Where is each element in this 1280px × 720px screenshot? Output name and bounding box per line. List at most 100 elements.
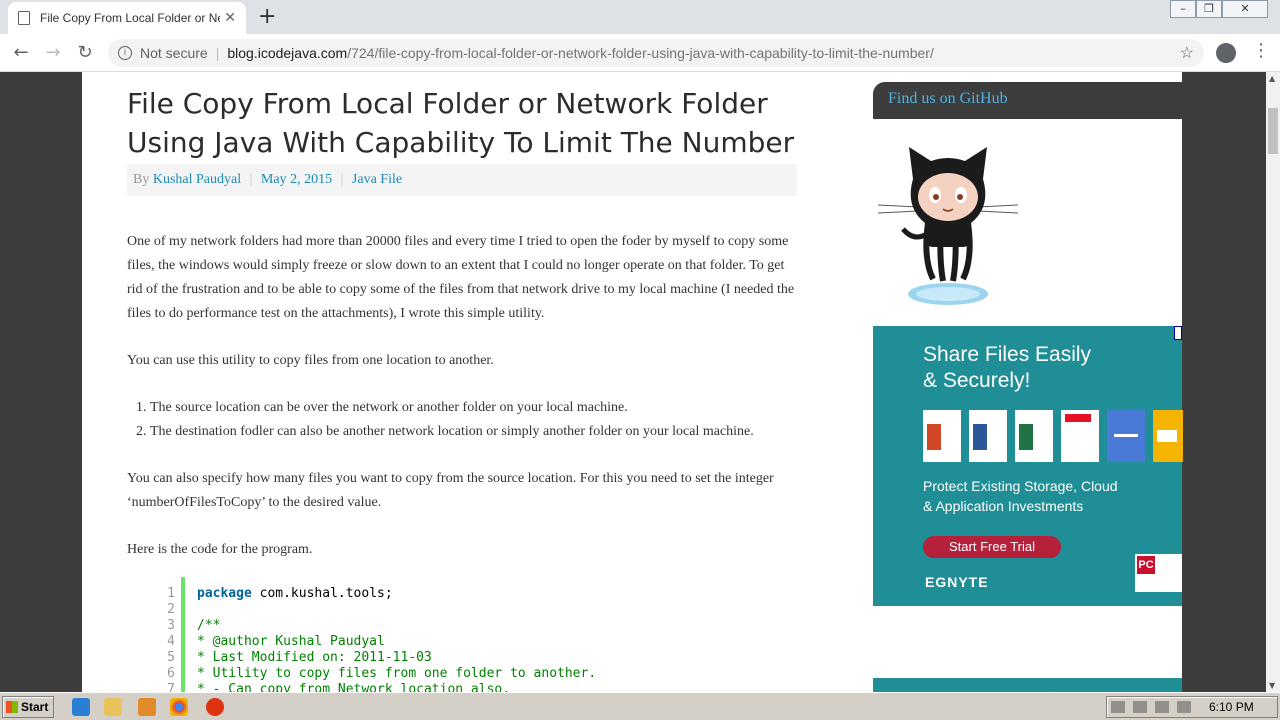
line-number: 3 [167,618,175,633]
paragraph: One of my network folders had more than … [127,234,795,321]
paragraph: Here is the code for the program. [127,542,313,557]
paragraph: You can also specify how many files you … [127,471,774,510]
close-window-button[interactable]: ✕ [1222,0,1268,18]
ad-subtext-line: & Application Investments [923,498,1084,514]
github-heading: Find us on GitHub [873,82,1182,119]
new-tab-button[interactable]: + [258,4,276,29]
ad-file-icons [923,410,1183,462]
line-number: 2 [167,602,175,617]
clock[interactable]: 6:10 PM [1209,700,1254,714]
code-line: * Utility to copy files from one folder … [197,666,597,681]
internet-explorer-icon[interactable] [72,698,90,716]
start-label: Start [21,700,49,714]
article: File Copy From Local Folder or Network F… [127,84,797,692]
menu-icon[interactable]: ⋮ [1252,40,1270,61]
ad-subtext-line: Protect Existing Storage, Cloud [923,478,1118,494]
by-label: By [133,172,150,187]
forward-icon[interactable]: → [40,40,66,66]
page-content: File Copy From Local Folder or Network F… [82,72,1183,692]
divider: | [215,45,220,61]
watermark: ANY RUN [1038,683,1242,692]
info-icon[interactable]: i [118,46,132,60]
back-icon[interactable]: ← [8,40,34,66]
ad-headline-line: & Securely! [923,369,1031,392]
line-number: 7 [167,682,175,692]
code-block: 1 2 3 4 5 6 7 package com.kushal.tools; … [147,577,787,692]
octocat-image[interactable] [873,119,1182,319]
category-link[interactable]: Java File [352,172,402,187]
list-item: The source location can be over the netw… [150,396,797,420]
vertical-scrollbar[interactable]: ▲ ▼ [1266,72,1280,692]
date-link[interactable]: May 2, 2015 [261,172,332,187]
browser-toolbar: ← → ↻ i Not secure | blog.icodejava.com … [0,34,1280,72]
divider: | [340,172,344,187]
line-number: 1 [167,586,175,601]
article-body: One of my network folders had more than … [127,230,797,562]
folder-icon[interactable] [104,698,122,716]
code-line: * Last Modified on: 2011-11-03 [197,650,432,665]
start-button[interactable]: Start [2,696,54,718]
ad-headline-line: Share Files Easily [923,343,1092,366]
article-meta: By Kushal Paudyal | May 2, 2015 | Java F… [127,164,797,196]
scroll-thumb[interactable] [1268,108,1278,154]
browser-tab[interactable]: File Copy From Local Folder or Network ✕ [8,2,246,34]
profile-icon[interactable] [1216,43,1236,63]
pc-mag-badge: PC [1135,554,1182,592]
advertisement[interactable]: Share Files Easily & Securely! Protect E… [873,326,1183,606]
media-player-icon[interactable] [138,698,156,716]
egnyte-logo: EGNYTE [925,574,989,590]
badge-text: PC [1137,556,1155,574]
security-app-icon[interactable] [206,698,224,716]
code-text: com.kushal.tools; [251,586,393,601]
word-file-icon [969,410,1007,462]
reload-icon[interactable]: ↻ [72,40,98,66]
windows-logo-icon [6,701,18,713]
close-tab-icon[interactable]: ✕ [224,10,236,26]
ad-headline: Share Files Easily & Securely! [923,342,1091,394]
code-line: * - Can copy from Network location also. [197,682,511,692]
slides-file-icon [1153,410,1183,462]
system-tray: 6:10 PM [1106,696,1278,718]
keyword: package [197,586,252,601]
flag-icon[interactable] [1177,701,1191,713]
code-line: * @author Kushal Paudyal [197,634,385,649]
line-number: 4 [167,634,175,649]
code-gutter [181,577,185,692]
chrome-icon[interactable] [170,698,188,716]
window-controls: – ❐ ✕ [1170,0,1268,18]
list-item: The destination fodler can also be anoth… [150,420,797,444]
line-number: 5 [167,650,175,665]
start-free-trial-button[interactable]: Start Free Trial [923,536,1061,558]
taskbar: Start 6:10 PM [0,692,1280,720]
author-link[interactable]: Kushal Paudyal [153,172,241,187]
minimize-button[interactable]: – [1170,0,1196,18]
docs-file-icon [1107,410,1145,462]
bookmark-star-icon[interactable]: ☆ [1180,43,1194,63]
tab-strip: File Copy From Local Folder or Network ✕… [0,0,1280,34]
volume-icon[interactable] [1155,701,1169,713]
line-number: 6 [167,666,175,681]
restore-button[interactable]: ❐ [1196,0,1222,18]
security-label[interactable]: Not secure [140,45,208,61]
ad-info-icon[interactable] [1174,326,1182,340]
scroll-down-icon[interactable]: ▼ [1269,681,1275,690]
excel-file-icon [1015,410,1053,462]
divider: | [249,172,253,187]
sidebar: Find us on GitHub Share Files Easily & S… [873,82,1183,692]
url-path: /724/file-copy-from-local-folder-or-netw… [347,45,934,61]
article-title: File Copy From Local Folder or Network F… [127,87,795,159]
page-viewport: File Copy From Local Folder or Network F… [0,72,1266,692]
pdf-file-icon [923,410,961,462]
code-line: /** [197,618,221,633]
url-host: blog.icodejava.com [227,45,348,61]
network-icon[interactable] [1133,701,1147,713]
page-icon [18,11,30,25]
code-lines: package com.kushal.tools; /** * @author … [197,577,596,692]
tray-expand-icon[interactable] [1111,701,1125,713]
line-numbers: 1 2 3 4 5 6 7 [147,577,181,692]
address-bar[interactable]: i Not secure | blog.icodejava.com /724/f… [108,39,1204,67]
code-line: package com.kushal.tools; [197,586,596,602]
ad-subtext: Protect Existing Storage, Cloud & Applic… [923,476,1118,516]
scroll-up-icon[interactable]: ▲ [1269,74,1275,83]
